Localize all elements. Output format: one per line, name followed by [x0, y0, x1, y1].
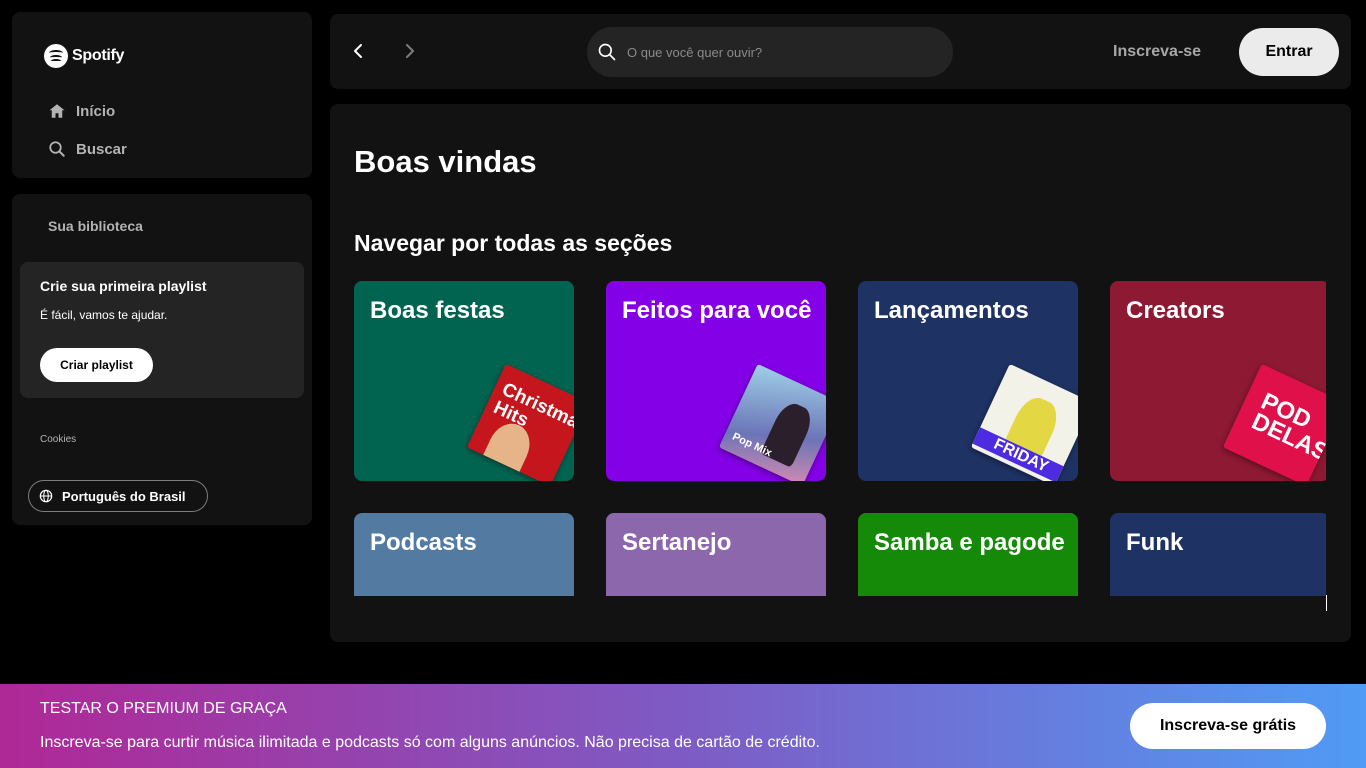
category-card-title: Podcasts [370, 529, 477, 556]
language-button[interactable]: Português do Brasil [28, 480, 208, 512]
chevron-right-icon [406, 44, 414, 58]
banner-title: TESTAR O PREMIUM DE GRAÇA [40, 700, 287, 717]
category-card-title: Sertanejo [622, 529, 732, 556]
nav-home-label: Início [76, 102, 116, 120]
category-grid: Boas festas Christmas Hits Feitos para v… [354, 281, 1326, 596]
search-input[interactable] [627, 44, 927, 60]
category-cover-image: POD DELAS [1222, 363, 1326, 481]
chevron-left-icon [354, 44, 362, 58]
category-card-boas-festas[interactable]: Boas festas Christmas Hits [354, 281, 574, 481]
category-cover-image: Pop Mix [718, 363, 826, 481]
premium-banner[interactable]: TESTAR O PREMIUM DE GRAÇA Inscreva-se pa… [0, 684, 1366, 768]
section-title: Navegar por todas as seções [354, 230, 673, 256]
forward-button[interactable] [400, 40, 420, 62]
category-card-title: Samba e pagode [874, 529, 1065, 556]
page-title: Boas vindas [354, 144, 537, 179]
category-card-title: Creators [1126, 297, 1225, 324]
category-card-feitos-para-voce[interactable]: Feitos para você Pop Mix [606, 281, 826, 481]
nav-search[interactable]: Buscar [48, 140, 127, 158]
nav-search-label: Buscar [76, 140, 127, 158]
banner-subtitle: Inscreva-se para curtir música ilimitada… [40, 734, 820, 751]
globe-icon [39, 489, 53, 503]
library-title[interactable]: Sua biblioteca [48, 218, 143, 234]
search-icon [598, 43, 616, 61]
back-button[interactable] [348, 40, 368, 62]
top-bar: Inscreva-se Entrar [330, 14, 1351, 89]
create-playlist-card: Crie sua primeira playlist É fácil, vamo… [20, 262, 304, 398]
category-cover-text: POD DELAS [1247, 387, 1326, 467]
category-card-title: Feitos para você [622, 297, 812, 324]
signup-link[interactable]: Inscreva-se [1113, 43, 1201, 61]
cookies-link[interactable]: Cookies [40, 434, 76, 445]
category-card-funk[interactable]: Funk [1110, 513, 1326, 596]
create-playlist-button[interactable]: Criar playlist [40, 348, 153, 382]
text-cursor [1326, 595, 1327, 611]
category-card-sertanejo[interactable]: Sertanejo [606, 513, 826, 596]
sidebar-library-panel: Sua biblioteca Crie sua primeira playlis… [12, 194, 312, 525]
spotify-logo[interactable]: Spotify [44, 44, 124, 68]
sidebar-nav-panel: Spotify Início Buscar [12, 12, 312, 178]
spotify-logo-text: Spotify [72, 47, 125, 64]
search-icon [49, 141, 65, 157]
main-content: Boas vindas Navegar por todas as seções … [330, 104, 1351, 642]
category-cover-image: FRIDAY [970, 363, 1078, 481]
category-card-podcasts[interactable]: Podcasts [354, 513, 574, 596]
category-cover-text: Pop Mix [730, 430, 774, 460]
login-button[interactable]: Entrar [1239, 28, 1339, 76]
create-playlist-subtitle: É fácil, vamos te ajudar. [40, 308, 168, 322]
category-card-creators[interactable]: Creators POD DELAS [1110, 281, 1326, 481]
category-card-title: Boas festas [370, 297, 505, 324]
create-playlist-title: Crie sua primeira playlist [40, 278, 207, 294]
category-card-samba-e-pagode[interactable]: Samba e pagode [858, 513, 1078, 596]
spotify-logo-icon [44, 44, 68, 68]
category-card-lancamentos[interactable]: Lançamentos FRIDAY [858, 281, 1078, 481]
category-cover-image: Christmas Hits [466, 363, 574, 481]
search-bar[interactable] [587, 27, 953, 77]
nav-home[interactable]: Início [48, 102, 115, 120]
language-label: Português do Brasil [62, 488, 186, 504]
category-card-title: Funk [1126, 529, 1184, 556]
banner-signup-button[interactable]: Inscreva-se grátis [1130, 703, 1326, 749]
home-icon [49, 104, 65, 118]
category-card-title: Lançamentos [874, 297, 1029, 324]
